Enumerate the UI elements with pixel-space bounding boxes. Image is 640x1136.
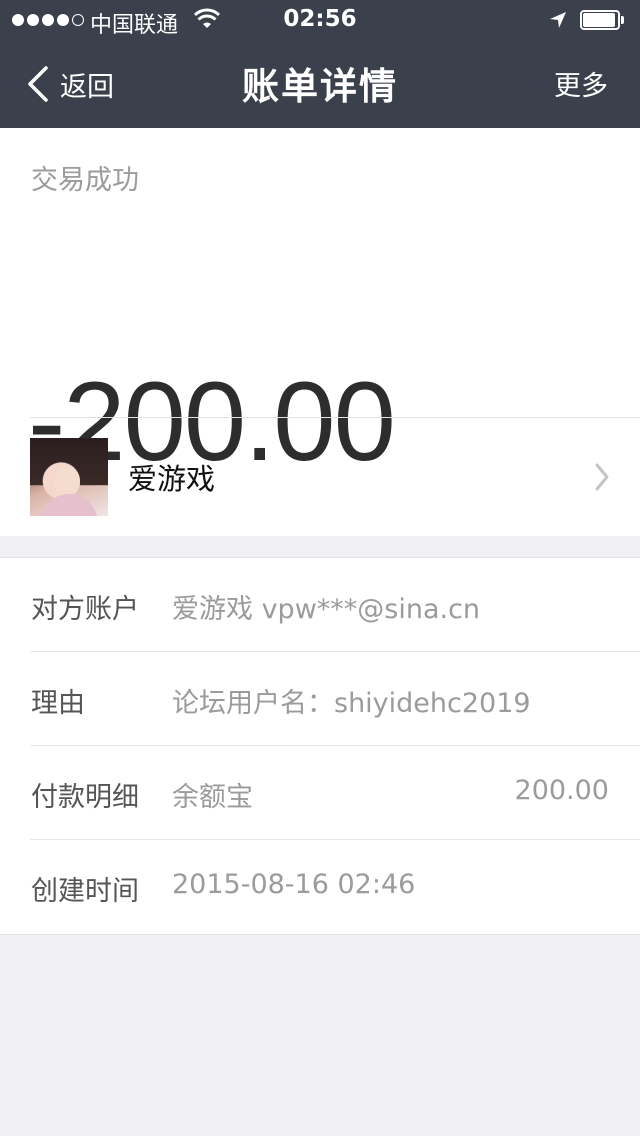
detail-value: 2015-08-16 02:46: [172, 869, 416, 900]
detail-row-payment: 付款明细 余额宝 200.00: [0, 746, 640, 840]
detail-label: 创建时间: [31, 876, 139, 907]
detail-value: 余额宝: [172, 782, 253, 813]
payee-row[interactable]: 爱游戏: [0, 418, 640, 536]
battery-icon: [580, 10, 624, 30]
detail-label: 付款明细: [31, 782, 139, 813]
navigation-bar: 返回 账单详情 更多: [0, 40, 640, 128]
detail-row-account: 对方账户 爱游戏 vpw***@sina.cn: [0, 558, 640, 652]
avatar: [30, 438, 108, 516]
transaction-summary: 交易成功 -200.00 爱游戏: [0, 128, 640, 536]
payee-name: 爱游戏: [128, 462, 216, 496]
detail-label: 理由: [31, 688, 85, 719]
more-button[interactable]: 更多: [554, 64, 608, 103]
clock: 02:56: [283, 6, 357, 32]
detail-row-reason: 理由 论坛用户名：shiyidehc2019: [0, 652, 640, 746]
detail-value: 论坛用户名：shiyidehc2019: [172, 688, 531, 719]
detail-value: 爱游戏 vpw***@sina.cn: [172, 594, 481, 625]
detail-row-created: 创建时间 2015-08-16 02:46: [0, 840, 640, 934]
top-bar: 中国联通 02:56 返回 账单详情 更多: [0, 0, 640, 128]
detail-label: 对方账户: [31, 594, 139, 625]
transaction-status: 交易成功: [31, 165, 139, 196]
location-arrow-icon: [550, 12, 566, 28]
page-title: 账单详情: [242, 65, 398, 108]
chevron-right-icon: [595, 463, 609, 491]
status-bar: 中国联通 02:56: [0, 0, 640, 40]
detail-amount: 200.00: [514, 775, 609, 806]
details-list: 对方账户 爱游戏 vpw***@sina.cn 理由 论坛用户名：shiyide…: [0, 557, 640, 935]
